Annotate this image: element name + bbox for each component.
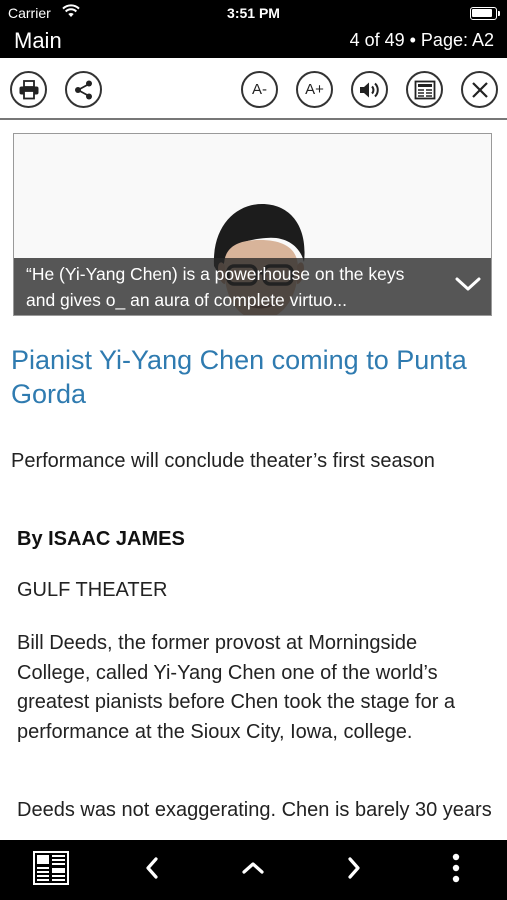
next-article-button[interactable] xyxy=(334,850,374,890)
printer-icon xyxy=(18,79,40,100)
page-layout-button[interactable] xyxy=(31,850,71,890)
page-layout-icon xyxy=(33,850,69,890)
font-increase-button[interactable]: A+ xyxy=(296,71,333,108)
newspaper-icon xyxy=(414,80,436,100)
status-bar: Carrier 3:51 PM xyxy=(0,0,507,26)
font-increase-label: A+ xyxy=(305,81,324,98)
article-dateline: GULF THEATER xyxy=(17,579,168,601)
font-decrease-label: A- xyxy=(252,81,267,98)
print-button[interactable] xyxy=(10,71,47,108)
article-byline: By ISAAC JAMES xyxy=(17,528,185,550)
chevron-down-icon[interactable] xyxy=(455,273,481,299)
section-title[interactable]: Main xyxy=(14,28,62,54)
previous-article-button[interactable] xyxy=(132,850,172,890)
nav-bar: Main 4 of 49 • Page: A2 xyxy=(0,26,507,58)
audio-button[interactable] xyxy=(351,71,388,108)
share-icon xyxy=(73,79,95,101)
chevron-right-icon xyxy=(346,856,362,885)
battery-icon xyxy=(470,7,500,20)
font-decrease-button[interactable]: A- xyxy=(241,71,278,108)
page-view-button[interactable] xyxy=(406,71,443,108)
chevron-up-icon xyxy=(241,860,265,881)
close-icon xyxy=(471,81,489,99)
article-subheadline: Performance will conclude theater’s firs… xyxy=(11,450,435,472)
share-button[interactable] xyxy=(65,71,102,108)
article-paragraph: Bill Deeds, the former provost at Mornin… xyxy=(17,632,456,743)
article-paragraph-text: Deeds was not exaggerating. Chen is bare… xyxy=(17,799,493,821)
more-options-button[interactable] xyxy=(436,850,476,890)
up-button[interactable] xyxy=(233,850,273,890)
article-headline: Pianist Yi-Yang Chen coming to Punta Gor… xyxy=(11,345,467,409)
chevron-left-icon xyxy=(144,856,160,885)
more-vertical-icon xyxy=(452,853,460,888)
caption-text: “He (Yi-Yang Chen) is a powerhouse on th… xyxy=(26,264,405,310)
article-paragraph: Deeds was not exaggerating. Chen is bare… xyxy=(17,796,493,840)
bottom-nav-bar xyxy=(0,840,507,900)
speaker-icon xyxy=(358,80,382,100)
article-photo[interactable]: “He (Yi-Yang Chen) is a powerhouse on th… xyxy=(13,133,492,316)
reader-toolbar: A- A+ xyxy=(0,58,507,120)
photo-caption[interactable]: “He (Yi-Yang Chen) is a powerhouse on th… xyxy=(14,258,491,315)
page-position: 4 of 49 • Page: A2 xyxy=(349,30,494,50)
close-button[interactable] xyxy=(461,71,498,108)
clock: 3:51 PM xyxy=(227,5,280,21)
